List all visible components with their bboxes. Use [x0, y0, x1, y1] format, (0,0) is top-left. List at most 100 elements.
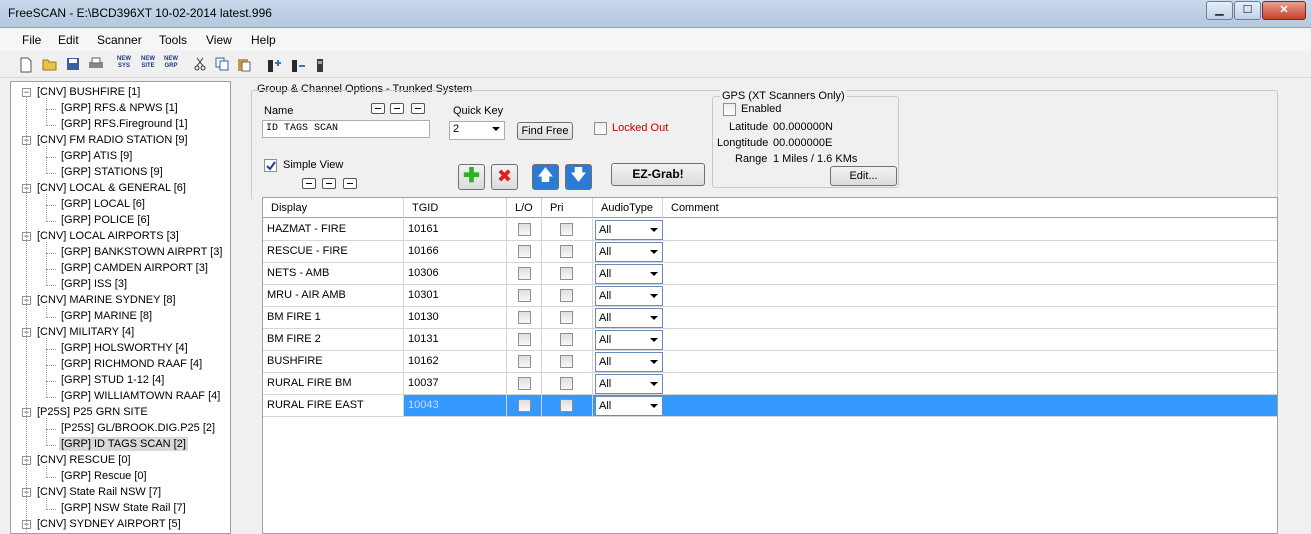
table-row[interactable]: MRU - AIR AMB 10301 All [263, 285, 1277, 307]
column-header-comment[interactable]: Comment [663, 198, 1277, 218]
column-header-tgid[interactable]: TGID [404, 198, 507, 218]
menu-file[interactable]: File [22, 33, 41, 47]
priority-checkbox[interactable] [560, 311, 573, 324]
paste-icon[interactable] [236, 57, 252, 73]
tree-node-group[interactable]: [GRP] Rescue [0] [59, 469, 149, 483]
locked-out-checkbox[interactable] [594, 122, 607, 135]
lockout-checkbox[interactable] [518, 377, 531, 390]
column-header-lockout[interactable]: L/O [507, 198, 542, 218]
scanner-read-icon[interactable] [266, 57, 282, 73]
cut-icon[interactable] [192, 57, 208, 73]
add-icon[interactable]: ✚ [458, 164, 485, 190]
close-button[interactable]: ✕ [1262, 1, 1306, 20]
display-cell[interactable]: BM FIRE 1 [263, 307, 404, 328]
audiotype-select[interactable]: All [595, 308, 663, 328]
view-size-small-button[interactable] [302, 178, 316, 189]
priority-checkbox[interactable] [560, 245, 573, 258]
scanner-control-icon[interactable] [312, 57, 328, 73]
table-row[interactable]: BM FIRE 2 10131 All [263, 329, 1277, 351]
menu-help[interactable]: Help [251, 33, 276, 47]
tgid-cell[interactable]: 10131 [404, 329, 507, 350]
tree-node-group[interactable]: [GRP] WILLIAMTOWN RAAF [4] [59, 389, 222, 403]
display-cell[interactable]: BUSHFIRE [263, 351, 404, 372]
view-size-large-button[interactable] [343, 178, 357, 189]
audiotype-select[interactable]: All [595, 286, 663, 306]
system-tree[interactable]: − [CNV] BUSHFIRE [1] [GRP] RFS.& NPWS [1][… [10, 81, 231, 534]
priority-checkbox[interactable] [560, 289, 573, 302]
column-header-display[interactable]: Display [263, 198, 404, 218]
lockout-checkbox[interactable] [518, 245, 531, 258]
priority-checkbox[interactable] [560, 355, 573, 368]
lockout-checkbox[interactable] [518, 267, 531, 280]
audiotype-select[interactable]: All [595, 242, 663, 262]
scanner-write-icon[interactable] [290, 57, 306, 73]
display-cell[interactable]: NETS - AMB [263, 263, 404, 284]
minimize-button[interactable]: ▁ [1206, 1, 1233, 20]
new-system-button[interactable]: NEW SYS [114, 56, 134, 70]
tree-node-system[interactable]: [CNV] State Rail NSW [7] [37, 485, 161, 499]
table-row[interactable]: RURAL FIRE BM 10037 All [263, 373, 1277, 395]
tree-node-system[interactable]: [CNV] FM RADIO STATION [9] [37, 133, 188, 147]
name-size-medium-button[interactable] [390, 103, 404, 114]
menu-scanner[interactable]: Scanner [97, 33, 142, 47]
priority-checkbox[interactable] [560, 333, 573, 346]
copy-icon[interactable] [214, 57, 230, 73]
table-row[interactable]: NETS - AMB 10306 All [263, 263, 1277, 285]
tree-node-system[interactable]: [CNV] LOCAL & GENERAL [6] [37, 181, 186, 195]
priority-checkbox[interactable] [560, 223, 573, 236]
menu-edit[interactable]: Edit [58, 33, 79, 47]
table-row[interactable]: RURAL FIRE EAST 10043 All [263, 395, 1277, 417]
lockout-checkbox[interactable] [518, 289, 531, 302]
menu-tools[interactable]: Tools [159, 33, 187, 47]
tree-node-group[interactable]: [P25S] GL/BROOK.DIG.P25 [2] [59, 421, 217, 435]
lockout-checkbox[interactable] [518, 399, 531, 412]
tree-node-system[interactable]: [CNV] BUSHFIRE [1] [37, 85, 140, 99]
tree-node-group[interactable]: [GRP] RFS.& NPWS [1] [59, 101, 180, 115]
audiotype-select[interactable]: All [595, 264, 663, 284]
find-free-button[interactable]: Find Free [517, 122, 573, 140]
display-cell[interactable]: RURAL FIRE BM [263, 373, 404, 394]
tree-node-group[interactable]: [GRP] NSW State Rail [7] [59, 501, 188, 515]
tgid-cell[interactable]: 10043 [404, 395, 507, 416]
tgid-cell[interactable]: 10301 [404, 285, 507, 306]
simple-view-checkbox[interactable] [264, 159, 277, 172]
tree-node-group[interactable]: [GRP] CAMDEN AIRPORT [3] [59, 261, 210, 275]
name-size-large-button[interactable] [411, 103, 425, 114]
gps-enabled-checkbox[interactable] [723, 103, 736, 116]
new-file-icon[interactable] [18, 57, 34, 73]
column-header-priority[interactable]: Pri [542, 198, 593, 218]
table-row[interactable]: BUSHFIRE 10162 All [263, 351, 1277, 373]
tgid-cell[interactable]: 10306 [404, 263, 507, 284]
quick-key-select[interactable]: 2 [449, 121, 505, 140]
tree-node-group[interactable]: [GRP] RFS.Fireground [1] [59, 117, 190, 131]
tree-node-system[interactable]: [CNV] MILITARY [4] [37, 325, 134, 339]
name-size-small-button[interactable] [371, 103, 385, 114]
tree-node-system[interactable]: [P25S] P25 GRN SITE [37, 405, 148, 419]
menu-view[interactable]: View [206, 33, 232, 47]
tgid-cell[interactable]: 10037 [404, 373, 507, 394]
tree-node-system[interactable]: [CNV] LOCAL AIRPORTS [3] [37, 229, 179, 243]
ez-grab-button[interactable]: EZ-Grab! [611, 163, 705, 186]
tree-node-group[interactable]: [GRP] MARINE [8] [59, 309, 154, 323]
move-down-icon[interactable]: 🡇 [565, 164, 592, 190]
move-up-icon[interactable]: 🡅 [532, 164, 559, 190]
tree-node-group[interactable]: [GRP] HOLSWORTHY [4] [59, 341, 190, 355]
display-cell[interactable]: BM FIRE 2 [263, 329, 404, 350]
name-input[interactable]: ID TAGS SCAN [262, 120, 430, 138]
tgid-cell[interactable]: 10130 [404, 307, 507, 328]
new-group-button[interactable]: NEW GRP [161, 56, 181, 70]
display-cell[interactable]: HAZMAT - FIRE [263, 219, 404, 240]
audiotype-select[interactable]: All [595, 330, 663, 350]
lockout-checkbox[interactable] [518, 223, 531, 236]
display-cell[interactable]: MRU - AIR AMB [263, 285, 404, 306]
audiotype-select[interactable]: All [595, 352, 663, 372]
audiotype-select[interactable]: All [595, 374, 663, 394]
priority-checkbox[interactable] [560, 399, 573, 412]
display-cell[interactable]: RESCUE - FIRE [263, 241, 404, 262]
priority-checkbox[interactable] [560, 267, 573, 280]
tgid-cell[interactable]: 10161 [404, 219, 507, 240]
tree-node-group[interactable]: [GRP] ISS [3] [59, 277, 129, 291]
audiotype-select[interactable]: All [595, 396, 663, 416]
column-header-audiotype[interactable]: AudioType [593, 198, 663, 218]
lockout-checkbox[interactable] [518, 355, 531, 368]
